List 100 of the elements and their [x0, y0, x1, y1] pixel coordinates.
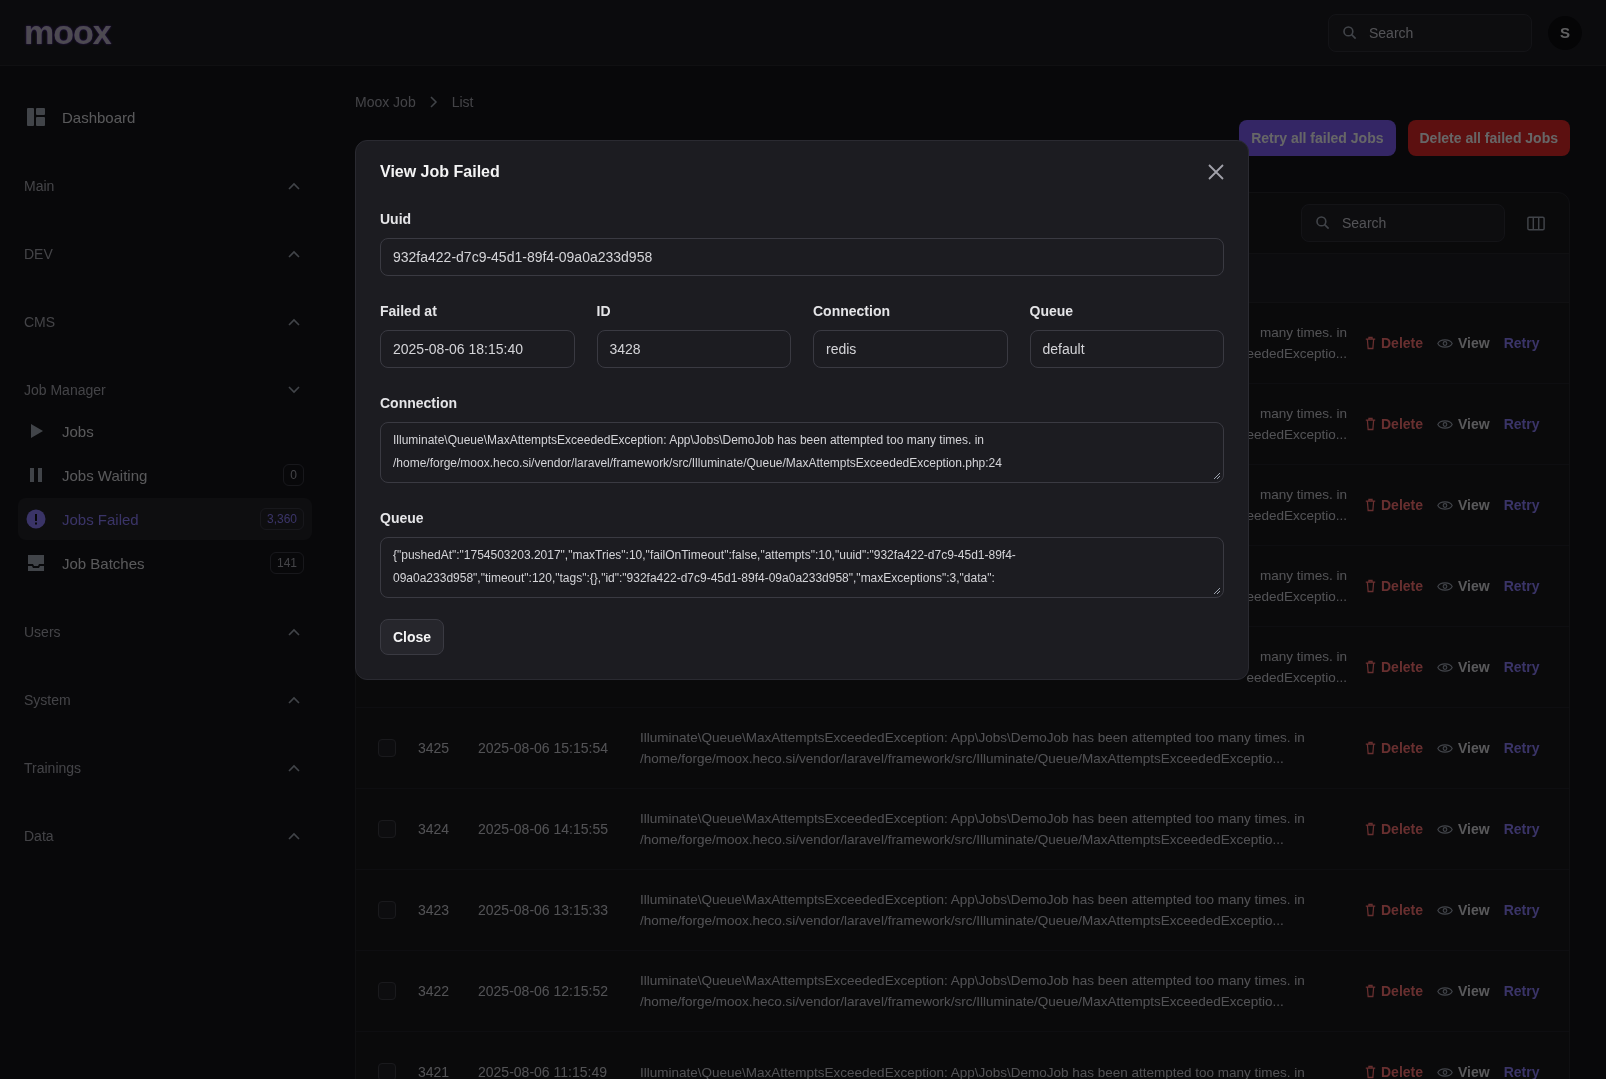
view-link[interactable]: View	[1437, 1064, 1490, 1079]
sidebar-group-toggle[interactable]: Users	[18, 612, 312, 652]
field-label: Uuid	[380, 211, 413, 227]
input-field[interactable]: 3428	[596, 330, 791, 368]
field-label: Queue	[1029, 303, 1075, 319]
table-cell: many times. in	[1259, 568, 1347, 583]
close-button[interactable]: Close	[380, 619, 445, 655]
sidebar-group-toggle[interactable]: Main	[18, 166, 312, 206]
field-label: Connection	[380, 395, 458, 411]
retry-link[interactable]: Retry	[1503, 983, 1540, 999]
eye-icon	[1437, 1066, 1454, 1078]
table-cell-text: Illuminate\Queue\MaxAttemptsExceededException: App\Jobs\DemoJob has been attempted too many times. in	[640, 1064, 1306, 1079]
delete-link[interactable]: Delete	[1365, 983, 1424, 999]
input-field[interactable]: redis	[813, 330, 1008, 368]
user-avatar[interactable]: S	[1548, 15, 1582, 50]
eye-icon	[1437, 418, 1454, 430]
eye-icon	[1437, 823, 1454, 835]
delete-link[interactable]: Delete	[1365, 821, 1424, 837]
breadcrumb-link[interactable]: Moox Job	[355, 94, 416, 110]
table-cell: eededExceptio...	[1246, 670, 1347, 685]
trash-icon	[1365, 417, 1376, 431]
view-link[interactable]: View	[1437, 740, 1490, 756]
retry-link[interactable]: Retry	[1503, 902, 1540, 918]
retry-link[interactable]: Retry	[1503, 740, 1540, 756]
field-label: ID	[596, 303, 612, 319]
retry-link[interactable]: Retry	[1503, 416, 1540, 432]
table-cell: 3425	[418, 740, 450, 756]
delete-link[interactable]: Delete	[1365, 416, 1424, 432]
eye-icon	[1437, 499, 1454, 511]
view-link[interactable]: View	[1437, 983, 1490, 999]
delete-link[interactable]: Delete	[1365, 902, 1424, 918]
retry-link[interactable]: Retry	[1503, 821, 1540, 837]
input-field[interactable]: default	[1029, 330, 1224, 368]
delete-link[interactable]: Delete	[1365, 659, 1424, 675]
dashboard-icon	[26, 107, 46, 127]
eye-icon	[1437, 742, 1454, 754]
trash-icon	[1365, 741, 1376, 755]
sidebar-item[interactable]: Jobs	[18, 410, 312, 452]
delete-link[interactable]: Delete	[1365, 740, 1424, 756]
retry-link[interactable]: Retry	[1503, 497, 1540, 513]
trash-icon	[1365, 336, 1376, 350]
sidebar-item[interactable]: Dashboard	[18, 96, 312, 138]
delete-link[interactable]: Delete	[1365, 497, 1424, 513]
search-field[interactable]: Search	[1328, 13, 1532, 52]
view-link[interactable]: View	[1437, 821, 1490, 837]
search-field[interactable]: Search	[1301, 204, 1505, 242]
table-cell-text: /home/forge/moox.heco.si/vendor/laravel/framework/src/Illuminate/Queue/MaxAttemptsExceededExceptio...	[640, 913, 1285, 928]
exclamation-icon	[26, 509, 46, 529]
breadcrumb-link[interactable]: List	[451, 94, 474, 110]
table-cell: many times. in	[1259, 325, 1347, 340]
field-label: Connection	[813, 303, 891, 319]
delete-all-button[interactable]: Delete all failed Jobs	[1407, 120, 1570, 156]
sidebar-group-toggle[interactable]: Trainings	[18, 748, 312, 788]
retry-link[interactable]: Retry	[1503, 578, 1540, 594]
trash-icon	[1365, 903, 1376, 917]
trash-icon	[1365, 822, 1376, 836]
table-cell: eededExceptio...	[1246, 346, 1347, 361]
view-link[interactable]: View	[1437, 578, 1490, 594]
trash-icon	[1365, 660, 1376, 674]
retry-all-button[interactable]: Retry all failed Jobs	[1239, 120, 1396, 156]
retry-link[interactable]: Retry	[1503, 1064, 1540, 1079]
eye-icon	[1437, 661, 1454, 673]
sidebar-item[interactable]: Job Batches 141	[18, 542, 312, 584]
columns-icon[interactable]	[1527, 215, 1545, 231]
close-icon[interactable]	[1208, 164, 1224, 180]
table-cell: 2025-08-06 11:15:49	[478, 1064, 607, 1079]
input-field[interactable]: 932fa422-d7c9-45d1-89f4-09a0a233d958	[380, 238, 1224, 276]
view-link[interactable]: View	[1437, 335, 1490, 351]
view-link[interactable]: View	[1437, 902, 1490, 918]
logo: moox	[24, 13, 111, 52]
text-area[interactable]: {"pushedAt":"1754503203.2017","maxTries":10,"failOnTimeout":false,"attempts":10,"uuid":"932fa422-d7c9-45d1-89f4- 09a0a233d958","timeout":120,"tags":{},"id":"932fa422-d7c9-45d1-89f4-09a0a233d958","maxExceptions":3,"data":	[380, 537, 1224, 598]
sidebar-item[interactable]: Jobs Failed 3,360	[18, 498, 312, 540]
table-cell: 2025-08-06 15:15:54	[478, 740, 608, 756]
sidebar-item[interactable]: Jobs Waiting 0	[18, 454, 312, 496]
input-field[interactable]: 2025-08-06 18:15:40	[380, 330, 575, 368]
table-cell: 3422	[418, 983, 450, 999]
sidebar-group-toggle[interactable]: DEV	[18, 234, 312, 274]
table-cell-text: Illuminate\Queue\MaxAttemptsExceededException: App\Jobs\DemoJob has been attempted too many times. in	[640, 811, 1306, 826]
retry-link[interactable]: Retry	[1503, 659, 1540, 675]
sidebar-group-toggle[interactable]: Data	[18, 816, 312, 856]
table-cell: eededExceptio...	[1246, 589, 1347, 604]
delete-link[interactable]: Delete	[1365, 1064, 1424, 1079]
delete-link[interactable]: Delete	[1365, 578, 1424, 594]
sidebar-group-toggle[interactable]: Job Manager	[18, 370, 312, 410]
inbox-icon	[26, 553, 46, 573]
resize-handle-icon[interactable]	[1213, 472, 1221, 480]
eye-icon	[1437, 904, 1454, 916]
view-link[interactable]: View	[1437, 497, 1490, 513]
text-area[interactable]: Illuminate\Queue\MaxAttemptsExceededException: App\Jobs\DemoJob has been attempted too many times. in /home/forge/moox.heco.si/vendor/laravel/framework/src/Illuminate/Queue/MaxAttemptsExceededException.php:24	[380, 422, 1224, 483]
field-label: Queue	[380, 510, 425, 526]
delete-link[interactable]: Delete	[1365, 335, 1424, 351]
sidebar-group-toggle[interactable]: System	[18, 680, 312, 720]
chevron-right-icon	[429, 96, 438, 108]
view-link[interactable]: View	[1437, 416, 1490, 432]
retry-link[interactable]: Retry	[1503, 335, 1540, 351]
view-link[interactable]: View	[1437, 659, 1490, 675]
table-cell-text: Illuminate\Queue\MaxAttemptsExceededException: App\Jobs\DemoJob has been attempted too many times. in	[640, 730, 1306, 745]
resize-handle-icon[interactable]	[1213, 587, 1221, 595]
table-cell: many times. in	[1259, 406, 1347, 421]
sidebar-group-toggle[interactable]: CMS	[18, 302, 312, 342]
